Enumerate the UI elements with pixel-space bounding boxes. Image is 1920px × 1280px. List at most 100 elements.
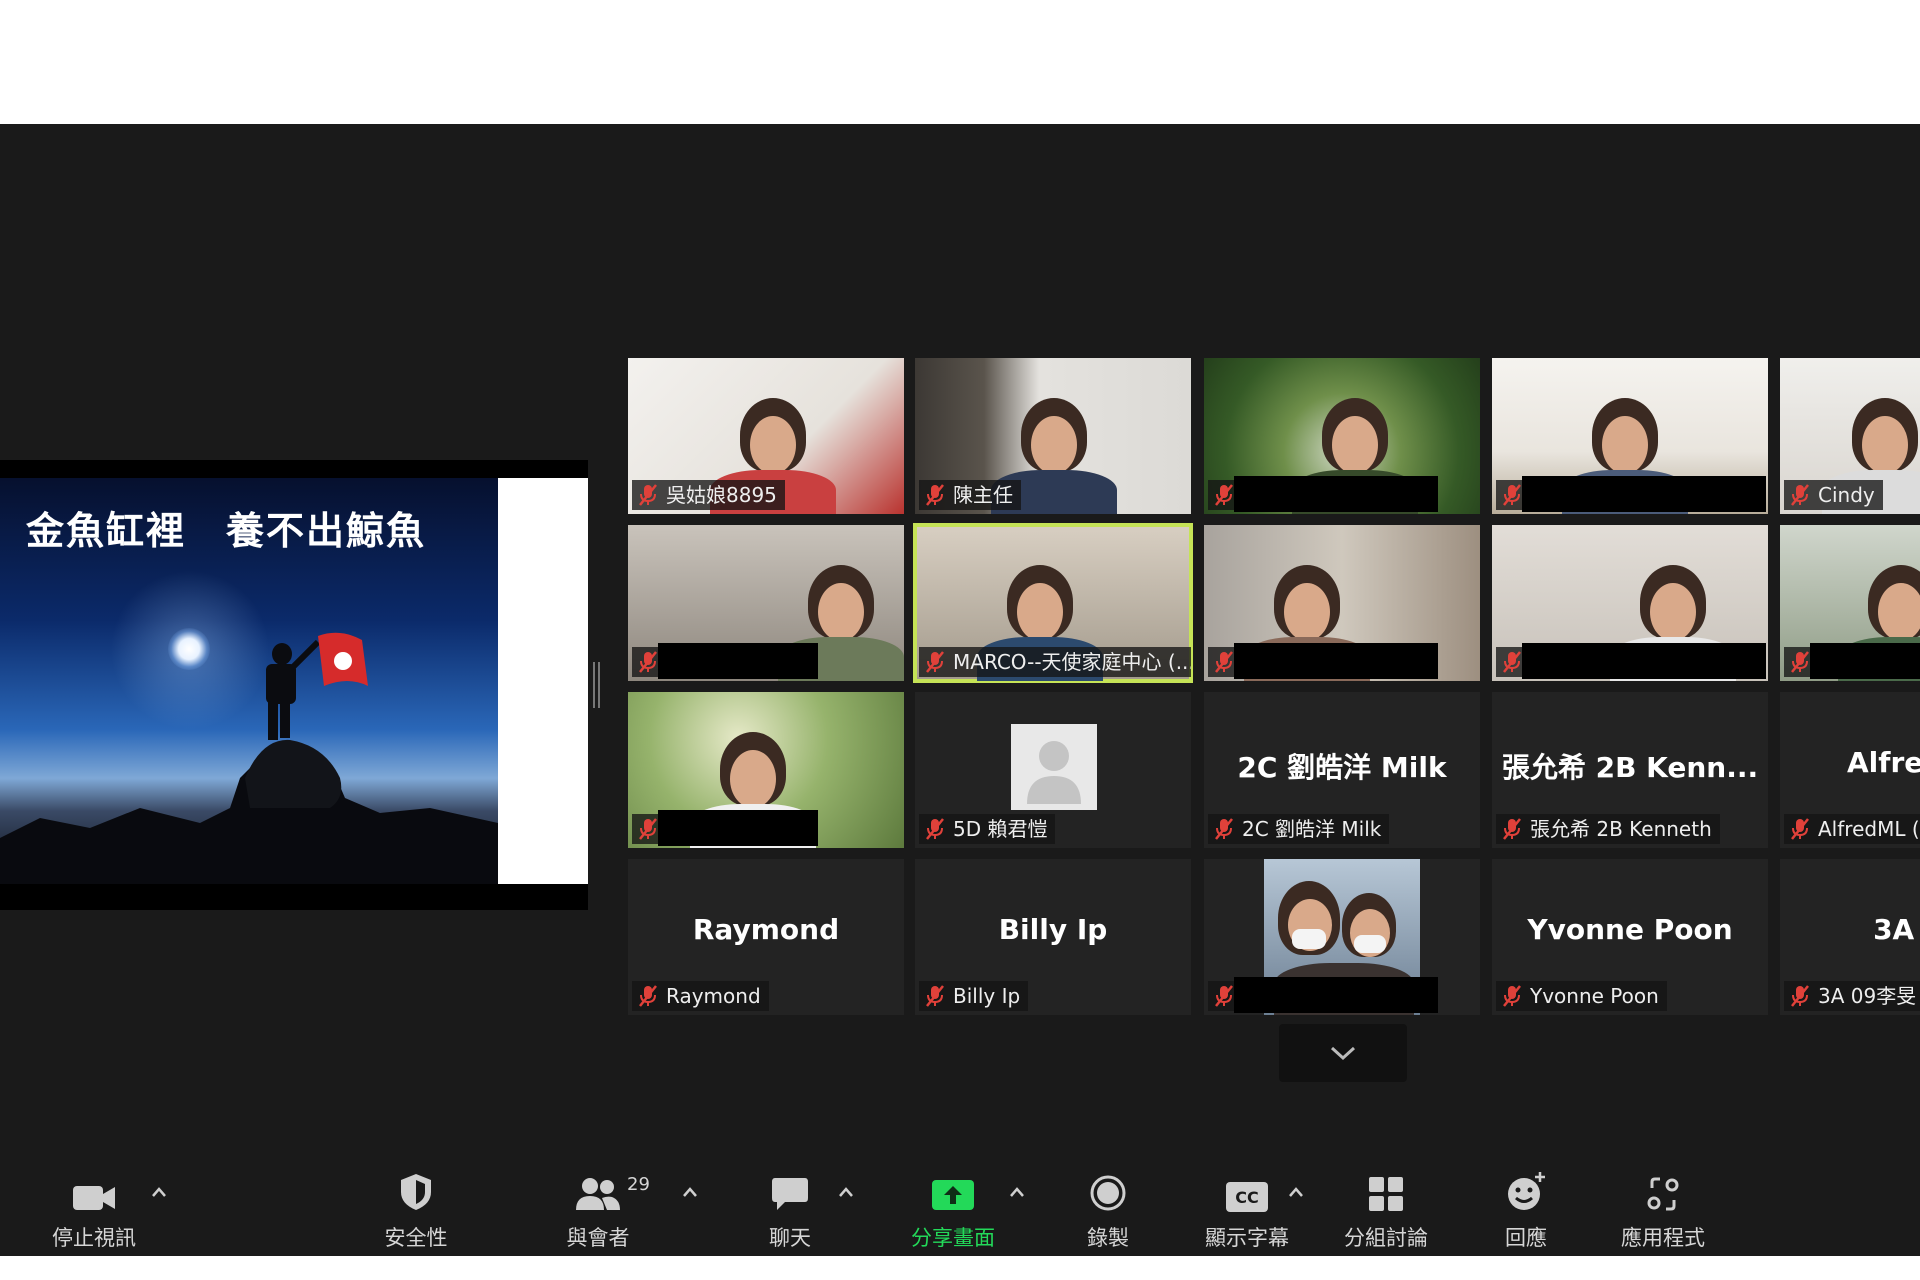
muted-microphone-icon [1503,818,1521,840]
participant-name-text: Billy Ip [953,984,1021,1008]
participant-tile[interactable] [1780,525,1920,681]
participant-name-text: 5D 賴君愷 [953,817,1048,841]
shared-screen[interactable]: 金魚缸裡 養不出鯨魚 [0,460,588,910]
participant-name-label: MARCO--天使家庭中心 (... [919,647,1191,677]
participants-icon [576,1178,620,1210]
participant-name-label: 5D 賴君愷 [919,814,1056,844]
share-screen-icon [932,1180,974,1210]
closed-captions-icon: CC [1226,1182,1268,1212]
breakout-rooms-button[interactable]: 分組討論 [1336,1164,1436,1256]
redacted-name-bar [1234,643,1438,679]
participant-display-name: Billy Ip [998,913,1108,946]
participant-name-label: 2C 劉皓洋 Milk [1208,814,1390,844]
participant-tile[interactable] [1492,525,1768,681]
participant-tile[interactable]: 陳主任 [915,358,1191,514]
participant-tile[interactable] [628,692,904,848]
muted-microphone-icon [1215,818,1233,840]
participant-name-text: AlfredML ( [1818,817,1920,841]
muted-microphone-icon [926,818,944,840]
stop-video-button[interactable]: 停止視訊 [42,1164,146,1256]
shield-icon [401,1174,431,1210]
muted-microphone-icon [926,484,944,506]
participant-name-text: MARCO--天使家庭中心 (... [953,650,1191,674]
participants-options-caret-icon[interactable] [682,1186,698,1198]
security-button[interactable]: 安全性 [364,1164,468,1256]
apps-button[interactable]: 應用程式 [1610,1164,1716,1256]
muted-microphone-icon [639,818,657,840]
participant-name-text: 吳姑娘8895 [666,483,777,507]
share-screen-label: 分享畫面 [911,1226,995,1250]
cc-icon-text: CC [1235,1187,1259,1207]
captions-options-caret-icon[interactable] [1288,1186,1304,1198]
share-options-caret-icon[interactable] [1009,1186,1025,1198]
participant-tile[interactable] [628,525,904,681]
shared-slide: 金魚缸裡 養不出鯨魚 [0,478,498,884]
reactions-button[interactable]: 回應 [1486,1164,1566,1256]
participant-face [1862,416,1908,474]
participant-tile[interactable]: 3A 09 3A 09李旻 [1780,859,1920,1015]
participant-name-label: Cindy [1784,480,1883,510]
participant-name-label: 吳姑娘8895 [632,480,785,510]
participant-tile[interactable] [1492,358,1768,514]
participant-tile[interactable] [1204,859,1480,1015]
participant-tile[interactable]: Raymond Raymond [628,859,904,1015]
meeting-toolbar: 停止視訊 安全性 與會者 29 聊天 分享畫面 錄製 CC 顯示字幕 分組討論 … [0,1164,1920,1256]
participant-tile[interactable]: 2C 劉皓洋 Milk 2C 劉皓洋 Milk [1204,692,1480,848]
participants-label: 與會者 [566,1226,630,1250]
muted-microphone-icon [639,985,657,1007]
redacted-name-bar [658,810,818,846]
participant-name-text: Cindy [1818,483,1875,507]
muted-microphone-icon [926,651,944,673]
participant-name-label: AlfredML ( [1784,814,1920,844]
record-icon [1090,1175,1126,1211]
participant-tile[interactable]: 張允希 2B Kenn... 張允希 2B Kenneth [1492,692,1768,848]
participant-face [1284,583,1330,641]
record-button[interactable]: 錄製 [1068,1164,1148,1256]
participant-face [730,750,776,808]
participant-face [750,416,796,474]
participant-display-name: Raymond [692,913,840,946]
gallery-scroll-down-button[interactable] [1279,1024,1407,1082]
participant-tile[interactable]: Cindy [1780,358,1920,514]
record-label: 錄製 [1087,1226,1129,1250]
participant-name-label: Raymond [632,981,769,1011]
meeting-window: 金魚缸裡 養不出鯨魚 吳姑娘8895 陳主任 Cindy MARCO--天使家庭中心 … [0,124,1920,1256]
participant-display-name: 張允希 2B Kenn... [1501,751,1759,784]
participant-name-label: 陳主任 [919,480,1021,510]
apps-icon [1647,1177,1679,1211]
chevron-down-icon [1330,1046,1356,1061]
muted-microphone-icon [1791,818,1809,840]
chat-button[interactable]: 聊天 [740,1164,840,1256]
share-screen-button[interactable]: 分享畫面 [900,1164,1006,1256]
captions-button[interactable]: CC 顯示字幕 [1196,1164,1298,1256]
participant-tile[interactable] [1204,358,1480,514]
participant-display-name: 2C 劉皓洋 Milk [1237,751,1447,784]
participant-tile[interactable]: Yvonne Poon Yvonne Poon [1492,859,1768,1015]
participant-tile[interactable] [1204,525,1480,681]
participant-face [818,583,864,641]
split-view-divider[interactable] [593,662,600,708]
slide-side-panel [498,478,588,884]
participants-count: 29 [627,1174,650,1195]
participant-face [1017,583,1063,641]
participant-name-label: Billy Ip [919,981,1029,1011]
muted-microphone-icon [1503,484,1521,506]
participant-tile[interactable]: 吳姑娘8895 [628,358,904,514]
muted-microphone-icon [639,651,657,673]
participant-tile[interactable]: 5D 賴君愷 [915,692,1191,848]
chat-options-caret-icon[interactable] [838,1186,854,1198]
muted-microphone-icon [1215,985,1233,1007]
participant-tile[interactable]: Billy Ip Billy Ip [915,859,1191,1015]
participant-tile[interactable]: MARCO--天使家庭中心 (... [913,523,1193,683]
participant-tile[interactable]: AlfredML AlfredML ( [1780,692,1920,848]
participant-face [1602,416,1648,474]
redacted-name-bar [1234,476,1438,512]
participant-name-text: Yvonne Poon [1530,984,1659,1008]
participant-name-text: 張允希 2B Kenneth [1530,817,1712,841]
captions-label: 顯示字幕 [1205,1226,1289,1250]
chat-bubble-icon [772,1178,808,1210]
muted-microphone-icon [639,484,657,506]
slide-caption: 金魚缸裡 養不出鯨魚 [26,509,427,553]
video-options-caret-icon[interactable] [151,1186,167,1198]
participant-display-name: 3A 09 [1873,913,1920,946]
